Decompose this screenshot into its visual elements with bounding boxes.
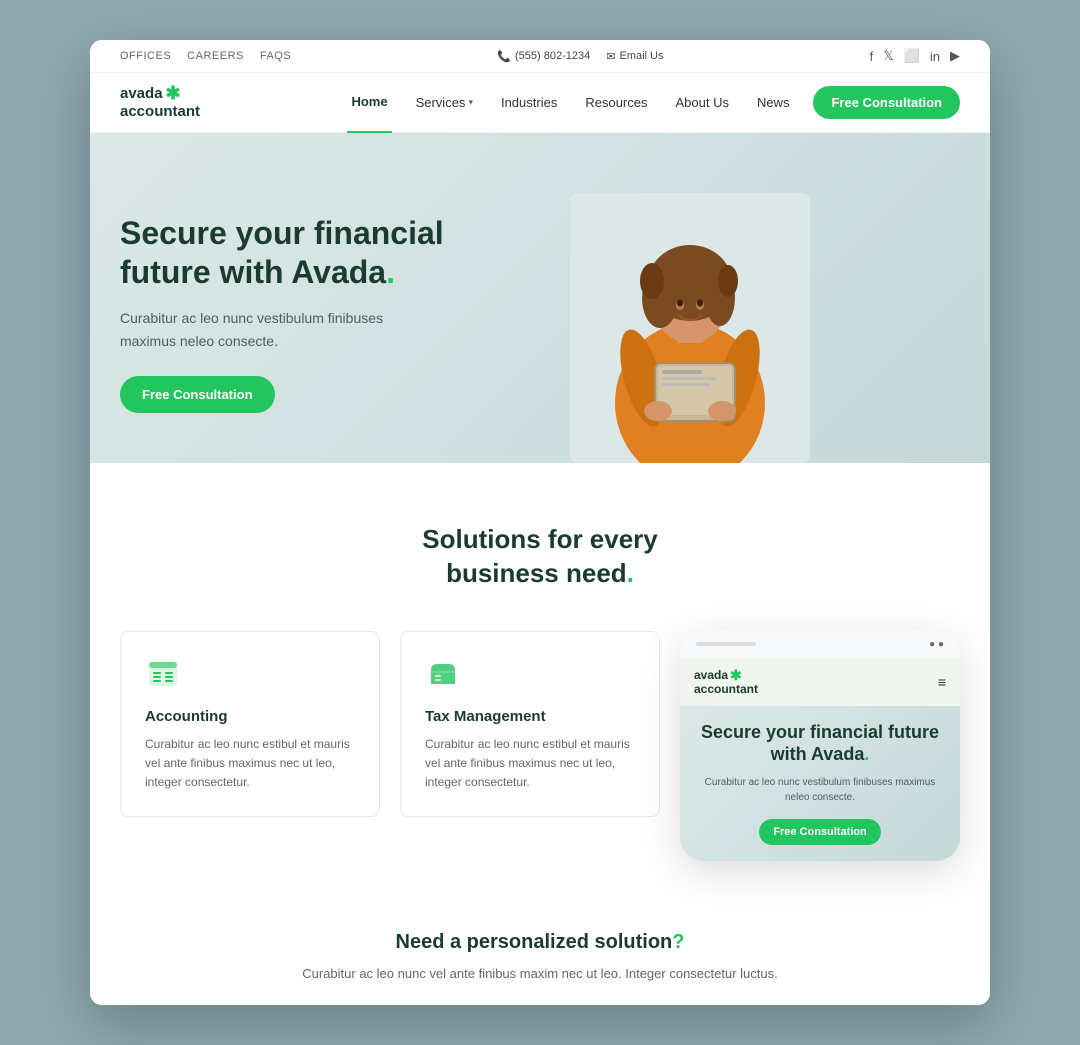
- logo: avada✱ accountant: [120, 84, 200, 120]
- mobile-cta-button[interactable]: Free Consultation: [759, 819, 881, 845]
- bottom-section: Need a personalized solution? Curabitur …: [90, 901, 990, 1005]
- top-bar: OFFICES CAREERS FAQS 📞 (555) 802-1234 ✉ …: [90, 40, 990, 73]
- mobile-logo-bottom: accountant: [694, 683, 758, 696]
- chevron-down-icon: ▾: [468, 97, 473, 108]
- logo-bottom: accountant: [120, 104, 200, 121]
- hero-content: Secure your financial future with Avada.…: [120, 214, 540, 463]
- tax-desc: Curabitur ac leo nunc estibul et mauris …: [425, 735, 635, 793]
- solutions-grid: Accounting Curabitur ac leo nunc estibul…: [120, 631, 960, 862]
- nav-industries[interactable]: Industries: [497, 73, 561, 133]
- topbar-contact: 📞 (555) 802-1234 ✉ Email Us: [497, 50, 663, 63]
- careers-link[interactable]: CAREERS: [187, 50, 244, 62]
- tax-card: Tax Management Curabitur ac leo nunc est…: [400, 631, 660, 818]
- email-info: ✉ Email Us: [606, 50, 663, 63]
- browser-window: OFFICES CAREERS FAQS 📞 (555) 802-1234 ✉ …: [90, 40, 990, 1005]
- nav-resources[interactable]: Resources: [581, 73, 651, 133]
- faqs-link[interactable]: FAQS: [260, 50, 291, 62]
- phone-icon: 📞: [497, 50, 511, 63]
- tax-svg-icon: [427, 658, 459, 690]
- hero-cta-button[interactable]: Free Consultation: [120, 376, 275, 413]
- mobile-logo: avada✱ accountant: [694, 668, 758, 697]
- nav-about[interactable]: About Us: [671, 73, 732, 133]
- mobile-status-bar: ● ●: [680, 631, 960, 658]
- nav-cta-button[interactable]: Free Consultation: [813, 86, 960, 119]
- email-link[interactable]: Email Us: [619, 50, 663, 62]
- mobile-header: avada✱ accountant ≡: [680, 658, 960, 707]
- logo-text: avada✱ accountant: [120, 84, 200, 120]
- mobile-notch: [696, 642, 756, 646]
- solutions-dot: .: [627, 558, 634, 588]
- solutions-section: Solutions for every business need.: [90, 463, 990, 901]
- mobile-logo-top: avada✱: [694, 668, 758, 683]
- mobile-hero-sub: Curabitur ac leo nunc vestibulum finibus…: [694, 775, 946, 805]
- linkedin-icon[interactable]: in: [930, 49, 940, 64]
- nav-news[interactable]: News: [753, 73, 794, 133]
- accounting-icon: [145, 656, 181, 692]
- mobile-menu-icon[interactable]: ≡: [938, 674, 946, 690]
- mobile-mockup: ● ● avada✱ accountant ≡: [680, 631, 960, 862]
- accounting-card: Accounting Curabitur ac leo nunc estibul…: [120, 631, 380, 818]
- mobile-hero: Secure your financial future with Avada.…: [680, 706, 960, 861]
- nav-services[interactable]: Services ▾: [412, 73, 477, 133]
- topbar-links: OFFICES CAREERS FAQS: [120, 50, 291, 62]
- youtube-icon[interactable]: ▶: [950, 48, 960, 64]
- mobile-hero-title: Secure your financial future with Avada.: [694, 722, 946, 765]
- logo-name: avada: [120, 86, 163, 103]
- twitter-icon[interactable]: 𝕏: [883, 48, 893, 64]
- logo-asterisk: ✱: [166, 84, 181, 104]
- accounting-title: Accounting: [145, 708, 355, 725]
- mobile-hero-dot: .: [864, 744, 869, 764]
- hero-subtitle: Curabitur ac leo nunc vestibulum finibus…: [120, 307, 420, 352]
- tax-title: Tax Management: [425, 708, 635, 725]
- hero-title: Secure your financial future with Avada.: [120, 214, 540, 291]
- header: avada✱ accountant Home Services ▾ Indust…: [90, 73, 990, 133]
- bottom-title-dot: ?: [672, 931, 684, 953]
- mobile-status-icons: ● ●: [929, 639, 944, 650]
- hero-title-dot: .: [386, 254, 395, 290]
- hero-illustration: [570, 193, 810, 463]
- hero-image: [540, 183, 840, 463]
- instagram-icon[interactable]: ⬜: [904, 48, 920, 64]
- accounting-desc: Curabitur ac leo nunc estibul et mauris …: [145, 735, 355, 793]
- nav-home[interactable]: Home: [347, 73, 391, 133]
- logo-top: avada✱: [120, 84, 200, 104]
- main-nav: Home Services ▾ Industries Resources Abo…: [347, 73, 960, 133]
- accounting-svg-icon: [147, 658, 179, 690]
- phone-info: 📞 (555) 802-1234: [497, 50, 590, 63]
- facebook-icon[interactable]: f: [870, 49, 874, 64]
- bottom-desc: Curabitur ac leo nunc vel ante finibus m…: [120, 964, 960, 985]
- solutions-title: Solutions for every business need.: [120, 523, 960, 591]
- email-icon: ✉: [606, 50, 615, 63]
- phone-number: (555) 802-1234: [515, 50, 590, 62]
- offices-link[interactable]: OFFICES: [120, 50, 171, 62]
- social-links: f 𝕏 ⬜ in ▶: [870, 48, 960, 64]
- mobile-asterisk-icon: ✱: [730, 668, 742, 683]
- tax-icon: [425, 656, 461, 692]
- hero-section: Secure your financial future with Avada.…: [90, 133, 990, 463]
